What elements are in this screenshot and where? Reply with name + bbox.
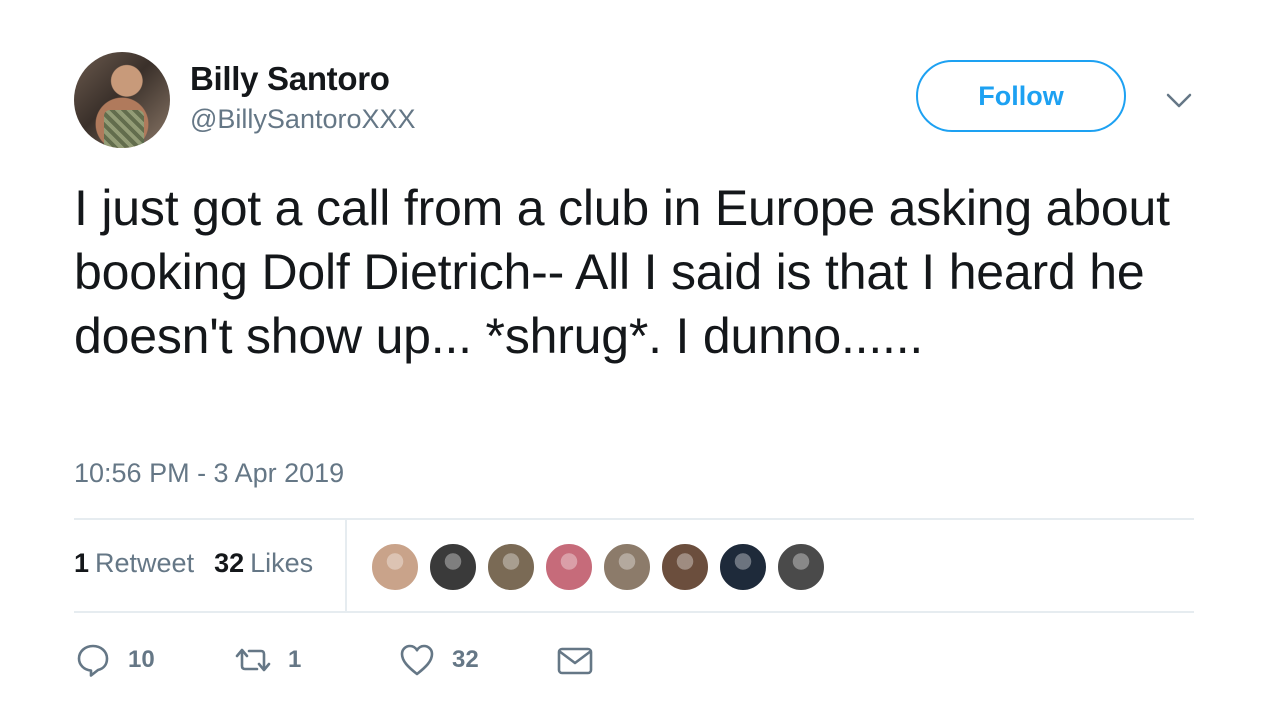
reply-button[interactable]: 10 [74, 636, 155, 684]
likes-label: Likes [250, 548, 314, 578]
retweet-count: 1 [288, 646, 302, 673]
retweet-button[interactable]: 1 [234, 636, 301, 684]
avatar[interactable] [74, 52, 170, 148]
liker-avatar[interactable] [660, 542, 710, 592]
chevron-down-icon[interactable] [1164, 86, 1194, 114]
liker-avatar[interactable] [370, 542, 420, 592]
reply-icon [77, 644, 109, 677]
divider [345, 520, 347, 611]
engagement-stats: 1 Retweet 32 Likes [74, 548, 313, 579]
retweet-icon [235, 648, 271, 672]
divider [74, 518, 1194, 520]
liker-avatars [370, 542, 826, 592]
retweets-label: Retweet [95, 548, 195, 578]
like-count: 32 [452, 646, 479, 673]
liker-avatar[interactable] [718, 542, 768, 592]
likes-count: 32 [214, 548, 245, 578]
tweet-text: I just got a call from a club in Europe … [74, 180, 1170, 364]
retweets-count: 1 [74, 548, 90, 578]
divider [74, 611, 1194, 613]
dm-button[interactable] [556, 636, 594, 684]
heart-icon [400, 644, 434, 676]
liker-avatar[interactable] [486, 542, 536, 592]
liker-avatar[interactable] [544, 542, 594, 592]
like-button[interactable]: 32 [398, 636, 479, 684]
author-name[interactable]: Billy Santoro [190, 60, 390, 98]
liker-avatar[interactable] [602, 542, 652, 592]
follow-button[interactable]: Follow [916, 60, 1126, 132]
likes-stat[interactable]: 32 Likes [214, 548, 313, 579]
envelope-icon [557, 647, 593, 675]
liker-avatar[interactable] [428, 542, 478, 592]
tweet-timestamp[interactable]: 10:56 PM - 3 Apr 2019 [74, 458, 344, 489]
retweets-stat[interactable]: 1 Retweet [74, 548, 194, 579]
author-handle[interactable]: @BillySantoroXXX [190, 104, 416, 135]
reply-count: 10 [128, 646, 155, 673]
liker-avatar[interactable] [776, 542, 826, 592]
